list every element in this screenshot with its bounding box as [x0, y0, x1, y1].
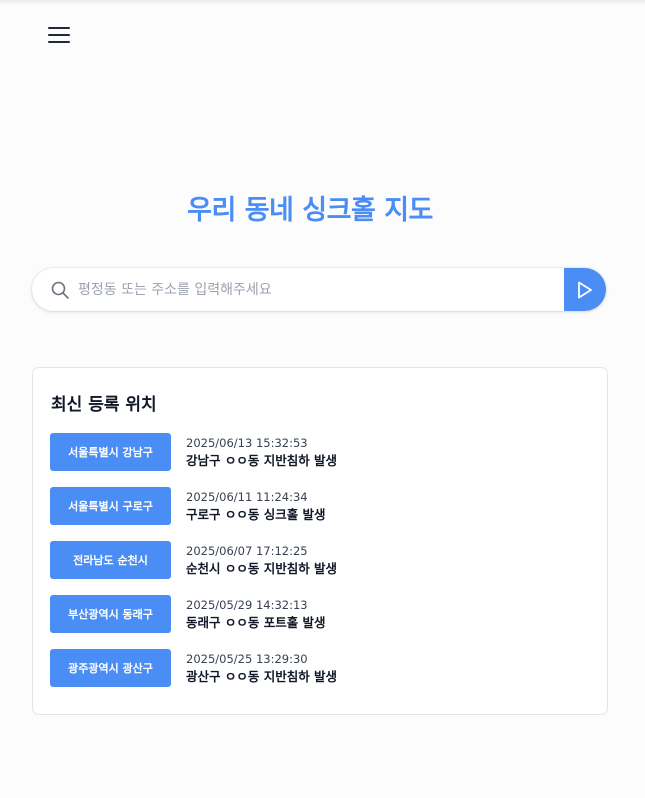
list-item: 부산광역시 동래구 2025/05/29 14:32:13 동래구 ㅇㅇ동 포트… [50, 587, 590, 641]
list-item: 광주광역시 광산구 2025/05/25 13:29:30 광산구 ㅇㅇ동 지반… [50, 641, 590, 695]
menu-button[interactable] [42, 20, 76, 50]
item-description: 광산구 ㅇㅇ동 지반침하 발생 [186, 668, 338, 684]
play-triangle-icon [578, 281, 592, 298]
region-button[interactable]: 전라남도 순천시 [50, 541, 171, 579]
item-timestamp: 2025/05/29 14:32:13 [186, 597, 308, 612]
list-item: 서울특별시 강남구 2025/06/13 15:32:53 강남구 ㅇㅇ동 지반… [50, 425, 590, 479]
hamburger-menu-icon [48, 27, 70, 43]
item-description: 순천시 ㅇㅇ동 지반침하 발생 [186, 560, 338, 576]
region-button[interactable]: 서울특별시 구로구 [50, 487, 171, 525]
magnifier-icon [51, 281, 69, 299]
top-divider [0, 0, 645, 4]
item-text: 2025/06/11 11:24:34 구로구 ㅇㅇ동 싱크홀 발생 [186, 489, 326, 524]
recent-locations-title: 최신 등록 위치 [51, 395, 157, 415]
page: 우리 동네 싱크홀 지도 최신 등록 위치 서울특별시 강남구 2025/06/… [0, 0, 645, 798]
item-text: 2025/06/13 15:32:53 강남구 ㅇㅇ동 지반침하 발생 [186, 435, 337, 470]
search-input[interactable] [78, 268, 564, 311]
list-item: 서울특별시 구로구 2025/06/11 11:24:34 구로구 ㅇㅇ동 싱크… [50, 479, 590, 533]
item-description: 강남구 ㅇㅇ동 지반침하 발생 [186, 452, 338, 468]
region-button[interactable]: 광주광역시 광산구 [50, 649, 171, 687]
item-text: 2025/05/29 14:32:13 동래구 ㅇㅇ동 포트홀 발생 [186, 597, 326, 632]
recent-list: 서울특별시 강남구 2025/06/13 15:32:53 강남구 ㅇㅇ동 지반… [50, 425, 590, 695]
region-button[interactable]: 서울특별시 강남구 [50, 433, 171, 471]
list-item: 전라남도 순천시 2025/06/07 17:12:25 순천시 ㅇㅇ동 지반침… [50, 533, 590, 587]
search-bar [32, 268, 606, 311]
item-timestamp: 2025/05/25 13:29:30 [186, 651, 308, 666]
page-title: 우리 동네 싱크홀 지도 [187, 195, 433, 226]
item-timestamp: 2025/06/07 17:12:25 [186, 543, 308, 558]
item-text: 2025/05/25 13:29:30 광산구 ㅇㅇ동 지반침하 발생 [186, 651, 337, 686]
item-timestamp: 2025/06/13 15:32:53 [186, 435, 308, 450]
item-text: 2025/06/07 17:12:25 순천시 ㅇㅇ동 지반침하 발생 [186, 543, 337, 578]
region-button[interactable]: 부산광역시 동래구 [50, 595, 171, 633]
item-timestamp: 2025/06/11 11:24:34 [186, 489, 308, 504]
recent-locations-card: 최신 등록 위치 서울특별시 강남구 2025/06/13 15:32:53 강… [32, 367, 608, 715]
search-submit-button[interactable] [564, 268, 606, 311]
item-description: 동래구 ㅇㅇ동 포트홀 발생 [186, 614, 326, 630]
item-description: 구로구 ㅇㅇ동 싱크홀 발생 [186, 506, 326, 522]
